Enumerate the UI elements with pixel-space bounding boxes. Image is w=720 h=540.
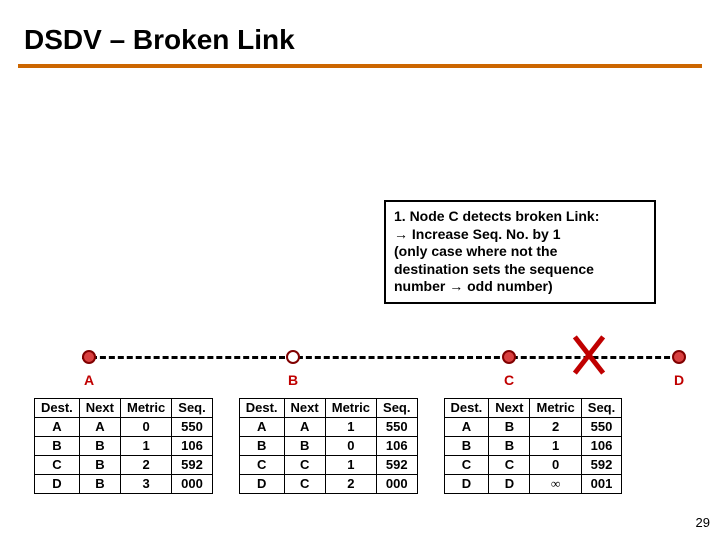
th-next: Next — [284, 399, 325, 418]
table-row: BB1106 — [444, 437, 622, 456]
th-dest: Dest. — [239, 399, 284, 418]
table-row: BB0106 — [239, 437, 417, 456]
th-seq: Seq. — [581, 399, 621, 418]
slide-title: DSDV – Broken Link — [0, 0, 720, 64]
table-row: AA1550 — [239, 418, 417, 437]
callout-box: 1. Node C detects broken Link: → Increas… — [384, 200, 656, 304]
node-label-d: D — [674, 372, 684, 388]
node-label-c: C — [504, 372, 514, 388]
table-row: CC0592 — [444, 456, 622, 475]
table-row: DC2000 — [239, 475, 417, 494]
th-dest: Dest. — [444, 399, 489, 418]
node-label-a: A — [84, 372, 94, 388]
th-metric: Metric — [325, 399, 376, 418]
node-d — [672, 350, 686, 364]
callout-line: → Increase Seq. No. by 1 — [394, 226, 646, 244]
table-row: AA0550 — [35, 418, 213, 437]
routing-table-b: Dest. Next Metric Seq. AA1550 BB0106 CC1… — [239, 398, 418, 494]
routing-table-c: Dest. Next Metric Seq. AB2550 BB1106 CC0… — [444, 398, 623, 494]
th-next: Next — [79, 399, 120, 418]
node-c — [502, 350, 516, 364]
node-label-b: B — [288, 372, 298, 388]
th-dest: Dest. — [35, 399, 80, 418]
routing-table-a: Dest. Next Metric Seq. AA0550 BB1106 CB2… — [34, 398, 213, 494]
th-metric: Metric — [120, 399, 171, 418]
callout-line: (only case where not the — [394, 243, 646, 261]
table-row: CC1592 — [239, 456, 417, 475]
table-row: BB1106 — [35, 437, 213, 456]
th-seq: Seq. — [172, 399, 212, 418]
broken-link-icon — [566, 332, 612, 378]
table-row: DD∞001 — [444, 475, 622, 494]
callout-line: number → odd number) — [394, 278, 646, 296]
routing-tables: Dest. Next Metric Seq. AA0550 BB1106 CB2… — [34, 398, 622, 494]
table-row: DB3000 — [35, 475, 213, 494]
callout-line: 1. Node C detects broken Link: — [394, 208, 646, 226]
table-row: AB2550 — [444, 418, 622, 437]
th-metric: Metric — [530, 399, 581, 418]
table-row: CB2592 — [35, 456, 213, 475]
node-a — [82, 350, 96, 364]
th-next: Next — [489, 399, 530, 418]
title-underline — [18, 64, 702, 68]
node-b — [286, 350, 300, 364]
callout-line: destination sets the sequence — [394, 261, 646, 279]
th-seq: Seq. — [377, 399, 417, 418]
slide-number: 29 — [696, 515, 710, 530]
